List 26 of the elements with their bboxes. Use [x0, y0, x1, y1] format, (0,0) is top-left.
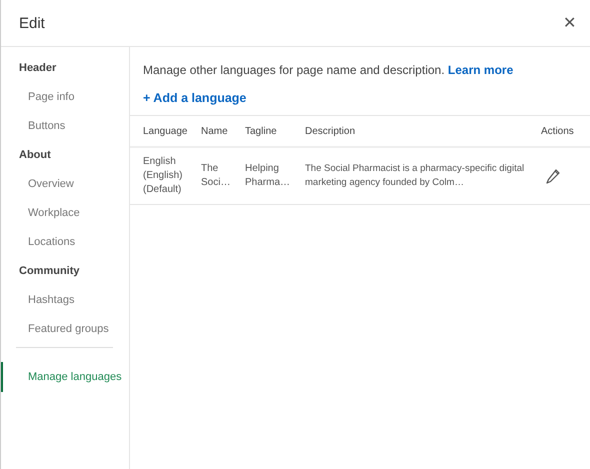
pencil-icon: [545, 168, 561, 184]
sidebar-item[interactable]: Locations: [1, 235, 129, 264]
add-language-button[interactable]: + Add a language: [143, 91, 246, 105]
column-header: Actions: [541, 116, 590, 147]
close-button[interactable]: ✕: [559, 11, 580, 35]
column-header: Language: [130, 116, 201, 147]
sidebar-item[interactable]: Workplace: [1, 206, 129, 235]
column-header: Name: [201, 116, 245, 147]
sidebar-item[interactable]: Featured groups: [1, 322, 129, 351]
column-header: Description: [305, 116, 541, 147]
learn-more-link[interactable]: Learn more: [448, 63, 514, 77]
sidebar-heading: Community: [18, 264, 80, 279]
sidebar-item[interactable]: Page info: [1, 90, 129, 119]
column-header: Tagline: [245, 116, 305, 147]
sidebar-heading: About: [18, 148, 52, 163]
table-cell: The Social Pharmacist is a pharmacy-specific digital marketing agency founded by Colm…: [305, 147, 541, 204]
sidebar-heading: Header: [18, 61, 58, 76]
sidebar-item[interactable]: Hashtags: [1, 293, 129, 322]
dialog-title: Edit: [19, 14, 45, 32]
sidebar-item[interactable]: Buttons: [1, 119, 129, 148]
sidebar-item[interactable]: Overview: [1, 177, 129, 206]
table-cell: Helping Pharma…: [245, 147, 305, 204]
intro-text: Manage other languages for page name and description.: [143, 63, 445, 77]
sidebar-item[interactable]: Manage languages: [1, 362, 129, 392]
table-cell: English (English) (Default): [130, 147, 201, 204]
table-cell: The Soci…: [201, 147, 245, 204]
